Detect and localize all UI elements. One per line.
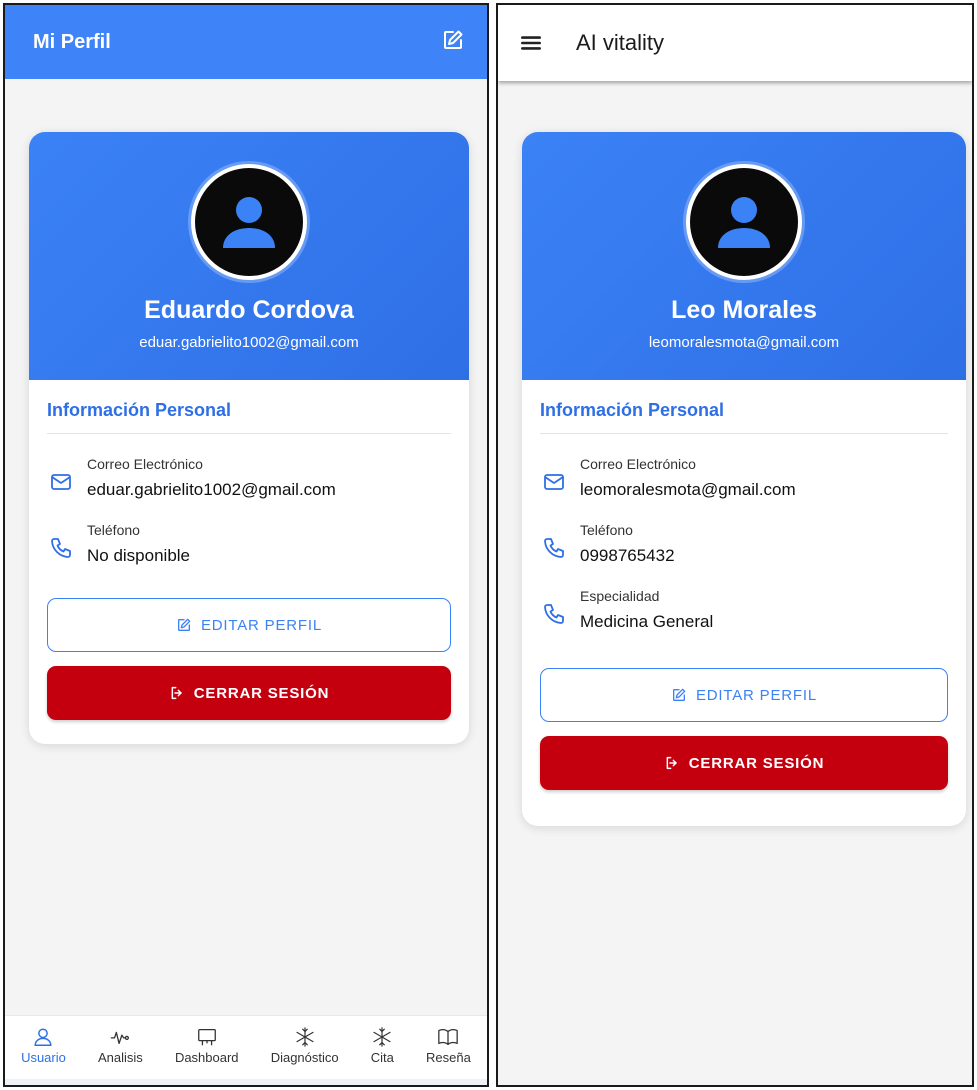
pulse-icon bbox=[111, 1031, 130, 1045]
nav-label: Cita bbox=[370, 1050, 394, 1065]
edit-profile-button[interactable]: EDITAR PERFIL bbox=[47, 598, 451, 652]
field-label: Correo Electrónico bbox=[87, 456, 203, 472]
presentation-icon bbox=[197, 1029, 216, 1046]
field-value: 0998765432 bbox=[580, 546, 675, 565]
edit-icon bbox=[178, 618, 191, 631]
profile-email: eduar.gabrielito1002@gmail.com bbox=[139, 334, 359, 351]
edit-profile-label: EDITAR PERFIL bbox=[696, 686, 817, 704]
field-value: No disponible bbox=[87, 546, 191, 565]
nav-label: Dashboard bbox=[174, 1050, 239, 1065]
info-row-phone: Teléfono 0998765432 bbox=[540, 522, 948, 566]
nav-label: Diagnóstico bbox=[270, 1050, 339, 1065]
field-label: Correo Electrónico bbox=[580, 456, 696, 472]
profile-header: Leo Morales leomoralesmota@gmail.com bbox=[522, 132, 966, 380]
nav-item-dashboard[interactable]: Dashboard bbox=[175, 1026, 239, 1065]
profile-header: Eduardo Cordova eduar.gabrielito1002@gma… bbox=[29, 132, 469, 380]
profile-email: leomoralesmota@gmail.com bbox=[648, 334, 840, 351]
nav-item-diagnostico[interactable]: Diagnóstico bbox=[271, 1026, 339, 1065]
field-label: Teléfono bbox=[580, 522, 633, 538]
app-header: Mi Perfil bbox=[5, 5, 487, 79]
section-title: Información Personal bbox=[540, 400, 948, 434]
profile-name: Eduardo Cordova bbox=[144, 296, 354, 324]
info-row-phone: Teléfono No disponible bbox=[47, 522, 451, 566]
snowflake-icon bbox=[373, 1027, 391, 1047]
edit-profile-label: EDITAR PERFIL bbox=[201, 616, 322, 634]
profile-details: Información Personal Correo Electrónico … bbox=[29, 380, 469, 720]
profile-card: Eduardo Cordova eduar.gabrielito1002@gma… bbox=[29, 132, 469, 744]
user-icon bbox=[34, 1028, 52, 1046]
avatar bbox=[686, 164, 802, 280]
field-value: eduar.gabrielito1002@gmail.com bbox=[87, 480, 336, 499]
logout-label: CERRAR SESIÓN bbox=[688, 754, 825, 772]
info-row-email: Correo Electrónico eduar.gabrielito1002@… bbox=[47, 456, 451, 500]
mail-icon bbox=[544, 474, 564, 490]
field-value: leomoralesmota@gmail.com bbox=[580, 480, 796, 499]
logout-button[interactable]: CERRAR SESIÓN bbox=[540, 736, 948, 790]
nav-item-analisis[interactable]: Analisis bbox=[98, 1026, 143, 1065]
phone-icon bbox=[51, 538, 71, 558]
nav-item-resena[interactable]: Reseña bbox=[426, 1026, 471, 1065]
bottom-navigation: Usuario Analisis Dashboard Diagnóstico C… bbox=[5, 1015, 487, 1079]
field-label: Especialidad bbox=[580, 588, 660, 604]
app-title: AI vitality bbox=[576, 30, 665, 55]
section-title: Información Personal bbox=[47, 400, 451, 434]
logout-icon bbox=[666, 756, 677, 770]
user-avatar-icon bbox=[223, 197, 275, 248]
field-label: Teléfono bbox=[87, 522, 140, 538]
profile-card: Leo Morales leomoralesmota@gmail.com Inf… bbox=[522, 132, 966, 826]
avatar bbox=[191, 164, 307, 280]
profile-details: Información Personal Correo Electrónico … bbox=[522, 380, 966, 790]
book-icon bbox=[438, 1029, 459, 1045]
edit-profile-button[interactable]: EDITAR PERFIL bbox=[540, 668, 948, 722]
info-row-specialty: Especialidad Medicina General bbox=[540, 588, 948, 632]
menu-icon[interactable] bbox=[518, 30, 544, 56]
logout-icon bbox=[171, 686, 182, 700]
profile-name: Leo Morales bbox=[671, 296, 817, 324]
system-bar bbox=[5, 1079, 487, 1085]
info-row-email: Correo Electrónico leomoralesmota@gmail.… bbox=[540, 456, 948, 500]
logout-label: CERRAR SESIÓN bbox=[193, 684, 330, 702]
mail-icon bbox=[51, 474, 71, 490]
phone-icon bbox=[544, 604, 564, 624]
snowflake-icon bbox=[296, 1027, 314, 1047]
logout-button[interactable]: CERRAR SESIÓN bbox=[47, 666, 451, 720]
nav-label: Usuario bbox=[21, 1050, 66, 1065]
user-avatar-icon bbox=[718, 197, 770, 248]
nav-label: Reseña bbox=[426, 1050, 471, 1065]
edit-icon bbox=[673, 688, 686, 701]
right-screen: AI vitality Leo Morales leomoralesmota@g… bbox=[496, 3, 974, 1087]
phone-icon bbox=[544, 538, 564, 558]
page-title: Mi Perfil bbox=[33, 30, 111, 53]
left-screen: Mi Perfil Eduardo Cordova eduar.gabrieli… bbox=[3, 3, 489, 1087]
field-value: Medicina General bbox=[580, 612, 714, 631]
nav-item-cita[interactable]: Cita bbox=[371, 1026, 394, 1065]
app-header: AI vitality bbox=[498, 5, 972, 81]
edit-icon[interactable] bbox=[441, 28, 465, 57]
nav-item-usuario[interactable]: Usuario bbox=[21, 1026, 66, 1065]
nav-label: Analisis bbox=[98, 1050, 143, 1065]
